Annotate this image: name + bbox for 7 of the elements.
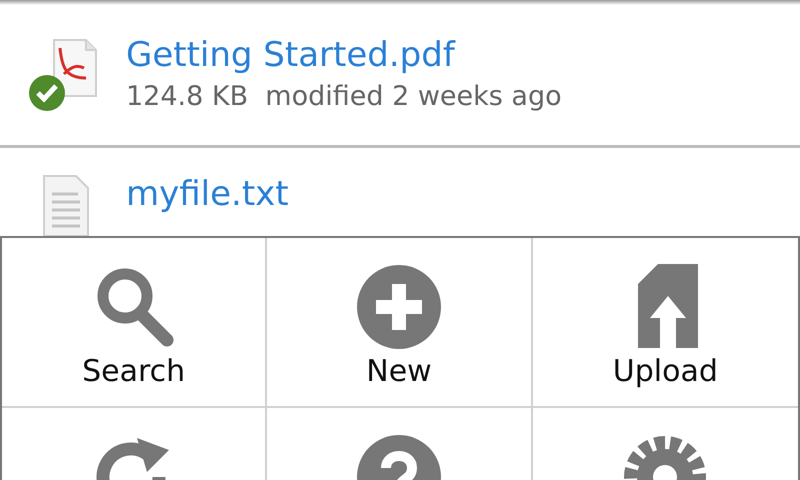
pdf-file-icon bbox=[52, 38, 98, 98]
file-name[interactable]: myfile.txt bbox=[126, 172, 289, 216]
upload-menu-item[interactable]: Upload bbox=[532, 238, 798, 408]
search-menu-item[interactable]: Search bbox=[2, 238, 268, 408]
new-menu-item[interactable]: New bbox=[267, 238, 533, 408]
file-details: 124.8 KB modified 2 weeks ago bbox=[126, 80, 562, 114]
file-name[interactable]: Getting Started.pdf bbox=[126, 33, 562, 77]
